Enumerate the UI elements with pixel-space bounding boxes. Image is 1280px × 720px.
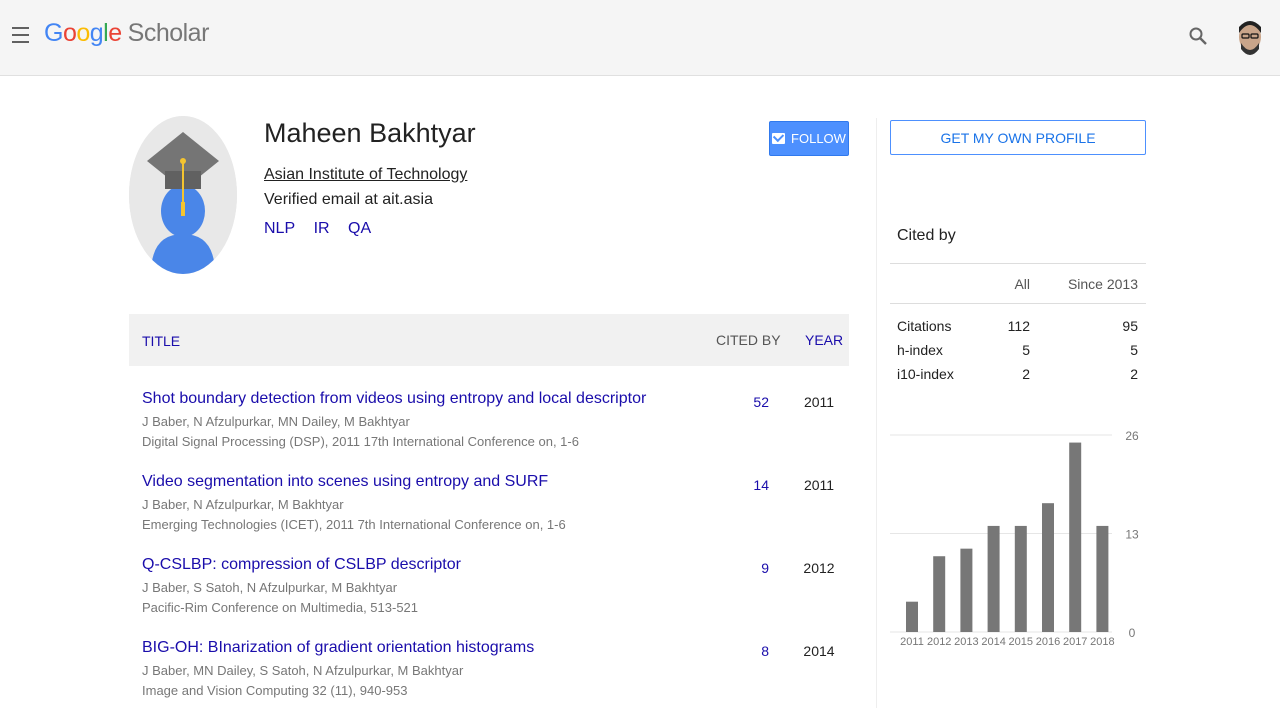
publication-title[interactable]: BIG-OH: BInarization of gradient orienta… bbox=[142, 639, 534, 657]
account-avatar[interactable] bbox=[1233, 15, 1267, 59]
metric-all: 112 bbox=[1007, 318, 1030, 334]
x-tick-label: 2016 bbox=[1036, 636, 1060, 648]
publication-year: 2011 bbox=[803, 394, 835, 410]
top-bar: Google Scholar bbox=[0, 0, 1280, 76]
citation-count[interactable]: 52 bbox=[729, 394, 769, 410]
publication-title[interactable]: Q-CSLBP: compression of CSLBP descriptor bbox=[142, 556, 461, 574]
divider bbox=[890, 263, 1146, 264]
x-tick-label: 2014 bbox=[981, 636, 1005, 648]
publication-venue: Image and Vision Computing 32 (11), 940-… bbox=[142, 683, 408, 698]
publication-year: 2012 bbox=[803, 560, 835, 576]
x-tick-label: 2012 bbox=[927, 636, 951, 648]
divider bbox=[890, 303, 1146, 304]
metric-row-i10-index: i10-index 2 2 bbox=[897, 366, 1138, 390]
col-all-header: All bbox=[1014, 276, 1030, 292]
profile-photo bbox=[129, 116, 237, 274]
cited-by-heading: Cited by bbox=[897, 227, 956, 244]
publication-authors: J Baber, MN Dailey, S Satoh, N Afzulpurk… bbox=[142, 663, 464, 678]
publication-title[interactable]: Video segmentation into scenes using ent… bbox=[142, 473, 548, 491]
bar-2014[interactable] bbox=[987, 525, 1000, 632]
y-tick-label: 0 bbox=[1129, 626, 1136, 640]
metric-since: 2 bbox=[1130, 366, 1138, 382]
publication-venue: Emerging Technologies (ICET), 2011 7th I… bbox=[142, 517, 566, 532]
interest-ir[interactable]: IR bbox=[314, 220, 330, 237]
sidebar-divider bbox=[876, 118, 877, 708]
bar-2016[interactable] bbox=[1042, 503, 1054, 632]
google-scholar-logo[interactable]: Google Scholar bbox=[44, 19, 209, 48]
bar-2015[interactable] bbox=[1014, 525, 1027, 632]
y-tick-label: 26 bbox=[1125, 429, 1139, 443]
metric-label[interactable]: i10-index bbox=[897, 366, 954, 382]
y-tick-label: 13 bbox=[1125, 528, 1139, 542]
col-since-header[interactable]: Since 2013 bbox=[1060, 276, 1138, 292]
x-tick-label: 2018 bbox=[1090, 636, 1114, 648]
table-row: Shot boundary detection from videos usin… bbox=[129, 390, 849, 470]
bar-2013[interactable] bbox=[960, 548, 973, 632]
mail-icon bbox=[772, 133, 786, 144]
metric-all: 2 bbox=[1022, 366, 1030, 382]
metric-row-citations: Citations 112 95 bbox=[897, 318, 1138, 342]
sort-by-year[interactable]: YEAR bbox=[805, 332, 843, 348]
metric-label[interactable]: Citations bbox=[897, 318, 951, 334]
citations-per-year-chart: 26 13 0 2011 2012 2013 2014 2015 2016 2017 2018 bbox=[890, 429, 1139, 648]
bar-2012[interactable] bbox=[933, 556, 946, 632]
publication-venue: Pacific-Rim Conference on Multimedia, 51… bbox=[142, 600, 419, 615]
citation-count[interactable]: 8 bbox=[729, 643, 769, 659]
affiliation-link[interactable]: Asian Institute of Technology bbox=[264, 166, 467, 184]
publication-title[interactable]: Shot boundary detection from videos usin… bbox=[142, 390, 646, 408]
verified-email: Verified email at ait.asia bbox=[264, 191, 433, 208]
sort-by-title[interactable]: TITLE bbox=[142, 333, 180, 349]
interest-qa[interactable]: QA bbox=[348, 220, 371, 237]
research-interests: NLP IR QA bbox=[264, 220, 385, 238]
publication-year: 2011 bbox=[803, 477, 835, 493]
metric-all: 5 bbox=[1022, 342, 1030, 358]
bar-2017[interactable] bbox=[1069, 442, 1082, 632]
publication-authors: J Baber, N Afzulpurkar, M Bakhtyar bbox=[142, 497, 344, 512]
follow-label: FOLLOW bbox=[791, 131, 846, 146]
menu-icon[interactable] bbox=[12, 27, 29, 43]
follow-button[interactable]: FOLLOW bbox=[769, 121, 849, 156]
x-tick-label: 2017 bbox=[1063, 636, 1087, 648]
interest-nlp[interactable]: NLP bbox=[264, 220, 295, 237]
get-my-own-profile-button[interactable]: GET MY OWN PROFILE bbox=[890, 120, 1146, 155]
table-row: BIG-OH: BInarization of gradient orienta… bbox=[129, 639, 849, 719]
citation-count[interactable]: 9 bbox=[729, 560, 769, 576]
bar-2018[interactable] bbox=[1096, 525, 1109, 632]
publication-year: 2014 bbox=[803, 643, 835, 659]
x-tick-label: 2015 bbox=[1009, 636, 1033, 648]
citation-count[interactable]: 14 bbox=[729, 477, 769, 493]
table-row: Q-CSLBP: compression of CSLBP descriptor… bbox=[129, 556, 849, 636]
metric-row-h-index: h-index 5 5 bbox=[897, 342, 1138, 366]
publications-table-header: TITLE CITED BY YEAR bbox=[129, 314, 849, 366]
table-row: Video segmentation into scenes using ent… bbox=[129, 473, 849, 553]
search-icon[interactable] bbox=[1188, 26, 1208, 46]
cited-by-column: CITED BY bbox=[716, 332, 781, 348]
publication-authors: J Baber, S Satoh, N Afzulpurkar, M Bakht… bbox=[142, 580, 398, 595]
x-tick-label: 2013 bbox=[954, 636, 978, 648]
x-tick-label: 2011 bbox=[900, 636, 924, 648]
metric-since: 95 bbox=[1122, 318, 1138, 334]
metric-since: 5 bbox=[1130, 342, 1138, 358]
profile-name: Maheen Bakhtyar bbox=[264, 118, 476, 148]
bar-2011[interactable] bbox=[906, 601, 918, 632]
publication-venue: Digital Signal Processing (DSP), 2011 17… bbox=[142, 434, 579, 449]
publication-authors: J Baber, N Afzulpurkar, MN Dailey, M Bak… bbox=[142, 414, 410, 429]
metric-label[interactable]: h-index bbox=[897, 342, 943, 358]
